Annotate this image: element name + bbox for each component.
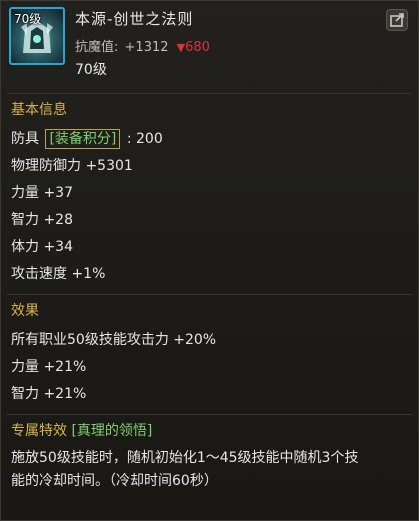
divider (7, 93, 412, 94)
divider (7, 414, 412, 415)
basic-info-section: 基本信息 防具 [装备积分] : 200 物理防御力 +5301 力量 +37 … (1, 100, 418, 288)
special-desc-line: 能的冷却时间。（冷却时间60秒） (11, 473, 218, 489)
stat-row: 智力 +28 (11, 212, 73, 228)
resist-down-value: 680 (185, 40, 210, 55)
stat-row: 攻击速度 +1% (11, 266, 106, 282)
effect-row: 所有职业50级技能攻击力 +20% (11, 332, 217, 348)
down-arrow-icon: ▼ (176, 41, 186, 54)
resist-value-row: 抗魔值: +1312 ▼680 (75, 36, 210, 55)
item-icon-level: 70级 (14, 12, 42, 26)
effect-title: 效果 (11, 303, 39, 319)
special-title-row: 专属特效 [真理的领悟] (11, 421, 410, 441)
armor-item-icon[interactable]: 70级 (9, 7, 65, 65)
share-icon (390, 13, 404, 27)
score-value: : 200 (126, 131, 163, 147)
special-section: 专属特效 [真理的领悟] 施放50级技能时，随机初始化1～45级技能中随机3个技… (1, 421, 418, 493)
share-button[interactable] (386, 9, 408, 31)
resist-label: 抗魔值: (75, 40, 119, 55)
special-tag: [真理的领悟] (71, 423, 153, 439)
stat-row: 体力 +34 (11, 239, 73, 255)
resist-down: ▼680 (177, 40, 210, 55)
item-level: 70级 (75, 62, 107, 78)
armor-score-row: 防具 [装备积分] : 200 (11, 126, 410, 153)
special-desc-line: 施放50级技能时，随机初始化1～45级技能中随机3个技 (11, 450, 359, 466)
item-tooltip: 70级 本源-创世之法则 抗魔值: +1312 ▼680 70级 基本信息 防具… (0, 0, 419, 521)
armor-type-label: 防具 (11, 131, 39, 147)
basic-info-title: 基本信息 (11, 102, 67, 118)
stat-row: 力量 +37 (11, 185, 73, 201)
special-description: 施放50级技能时，随机初始化1～45级技能中随机3个技 能的冷却时间。（冷却时间… (11, 447, 408, 493)
effect-row: 力量 +21% (11, 359, 87, 375)
score-tag: [装备积分] (45, 129, 121, 149)
item-title: 本源-创世之法则 (75, 10, 194, 28)
special-title: 专属特效 (11, 423, 67, 439)
effect-row: 智力 +21% (11, 386, 87, 402)
stat-row: 物理防御力 +5301 (11, 158, 133, 174)
tooltip-header: 70级 本源-创世之法则 抗魔值: +1312 ▼680 70级 (1, 1, 418, 93)
effect-section: 效果 所有职业50级技能攻击力 +20% 力量 +21% 智力 +21% (1, 301, 418, 408)
resist-gain: +1312 (124, 40, 169, 55)
divider (7, 294, 412, 295)
